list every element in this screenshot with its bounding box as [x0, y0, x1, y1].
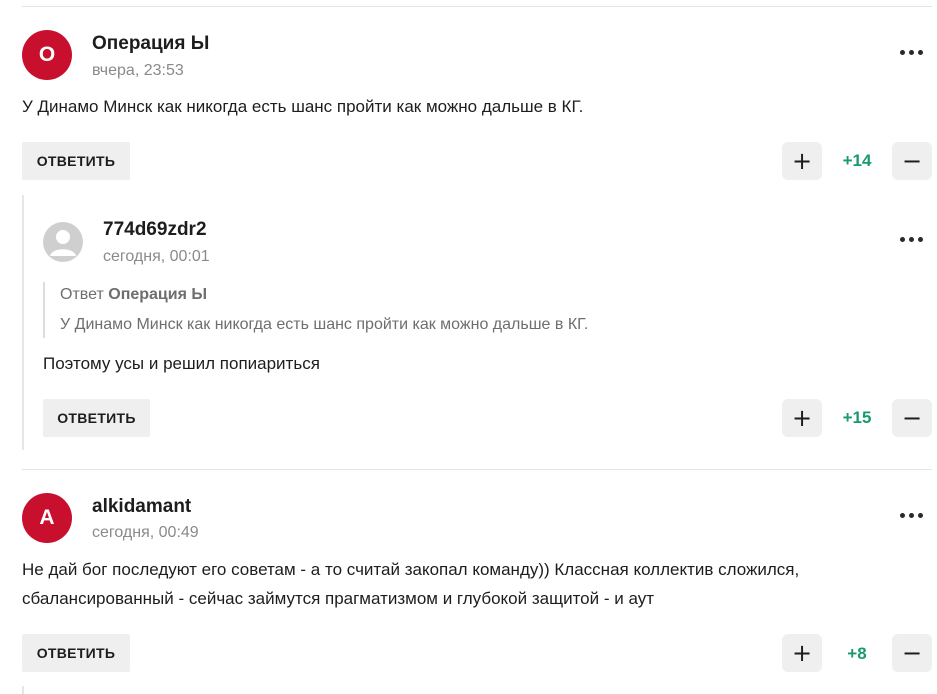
comment-author[interactable]: 774d69zdr2	[103, 219, 207, 241]
more-dots-icon[interactable]	[897, 508, 925, 522]
avatar[interactable]: О	[22, 30, 72, 80]
downvote-button[interactable]: −	[892, 399, 932, 437]
quote-header: Ответ Операция Ы	[60, 286, 207, 304]
vote-score: +8	[847, 644, 867, 663]
comment-time: вчера, 23:53	[92, 62, 184, 79]
quote-prefix: Ответ	[60, 286, 104, 303]
upvote-button[interactable]: +	[782, 142, 822, 180]
comment-time: сегодня, 00:01	[103, 248, 210, 265]
reply-button[interactable]: ОТВЕТИТЬ	[22, 142, 130, 180]
downvote-button[interactable]: −	[892, 142, 932, 180]
comment-text: Поэтому усы и решил попиариться	[43, 354, 320, 373]
thread-line	[22, 195, 24, 450]
comment-text-line-1: Не дай бог последуют его советам - а то …	[22, 560, 800, 579]
downvote-button[interactable]: −	[892, 634, 932, 672]
comment-divider	[22, 469, 932, 470]
vote-score: +15	[842, 408, 872, 427]
top-divider	[22, 6, 932, 7]
upvote-button[interactable]: +	[782, 399, 822, 437]
more-dots-icon[interactable]	[897, 232, 925, 246]
avatar-letter: A	[39, 506, 55, 529]
comment-author[interactable]: alkidamant	[92, 496, 191, 518]
reply-button[interactable]: ОТВЕТИТЬ	[43, 399, 150, 437]
quote-author[interactable]: Операция Ы	[108, 286, 207, 303]
avatar[interactable]: A	[22, 493, 72, 543]
quote-text: У Динамо Минск как никогда есть шанс про…	[60, 316, 589, 333]
comment-time: сегодня, 00:49	[92, 524, 199, 541]
vote-score: +14	[842, 151, 872, 170]
comment-text-line-2: сбалансированный - сейчас займутся прагм…	[22, 589, 655, 608]
avatar-letter: О	[38, 43, 56, 66]
quote-line	[43, 282, 45, 338]
upvote-button[interactable]: +	[782, 634, 822, 672]
user-placeholder-icon[interactable]	[43, 222, 83, 262]
reply-button[interactable]: ОТВЕТИТЬ	[22, 634, 130, 672]
more-dots-icon[interactable]	[897, 45, 925, 59]
comment-text: У Динамо Минск как никогда есть шанс про…	[22, 97, 584, 116]
comment-author[interactable]: Операция Ы	[92, 33, 209, 55]
thread-line	[22, 686, 24, 694]
